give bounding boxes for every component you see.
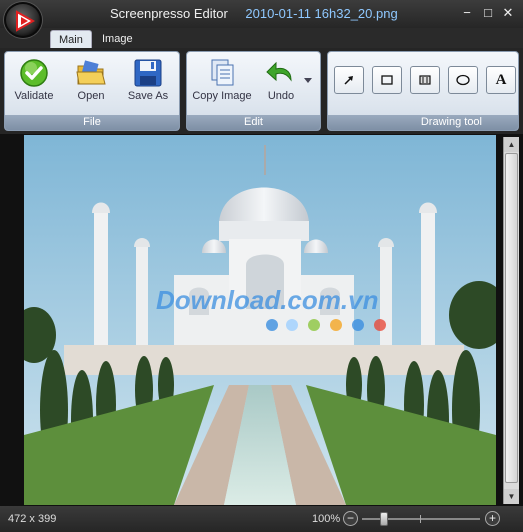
scroll-down-arrow-icon[interactable]: ▼: [504, 489, 519, 504]
highlight-tool-button[interactable]: [410, 66, 440, 94]
validate-button[interactable]: Validate: [11, 58, 57, 106]
undo-arrow-icon: [265, 58, 297, 88]
text-tool-button[interactable]: A: [486, 66, 516, 94]
edit-group-label: Edit: [187, 115, 320, 130]
arrow-icon: [335, 67, 363, 93]
vertical-scrollbar[interactable]: ▲ ▼: [503, 137, 519, 504]
undo-label: Undo: [267, 90, 295, 102]
checkmark-icon: [18, 58, 50, 88]
zoom-level: 100%: [312, 513, 341, 525]
edit-group: Copy Image Undo Edit: [186, 51, 321, 131]
save-as-button[interactable]: Save As: [123, 58, 173, 106]
zoom-slider-thumb[interactable]: [380, 512, 388, 526]
window-title: Screenpresso Editor 2010-01-11 16h32_20.…: [110, 6, 398, 21]
tab-image[interactable]: Image: [94, 30, 141, 48]
copy-image-label: Copy Image: [192, 90, 252, 102]
scroll-thumb[interactable]: [505, 153, 518, 483]
ellipse-icon: [449, 67, 477, 93]
ellipse-tool-button[interactable]: [448, 66, 478, 94]
highlight-icon: [411, 67, 439, 93]
validate-label: Validate: [14, 90, 54, 102]
rectangle-tool-button[interactable]: [372, 66, 402, 94]
undo-button[interactable]: Undo: [261, 58, 301, 106]
floppy-disk-icon: [132, 58, 164, 88]
ribbon-tabs: Main Image: [0, 28, 523, 48]
text-icon: A: [495, 71, 507, 88]
rectangle-icon: [373, 67, 401, 93]
save-as-label: Save As: [127, 90, 169, 102]
zoom-in-button[interactable]: +: [485, 511, 500, 526]
status-bar: 472 x 399 100% − +: [0, 506, 523, 532]
open-label: Open: [77, 90, 105, 102]
copy-icon: [206, 58, 238, 88]
copy-image-button[interactable]: Copy Image: [191, 58, 253, 106]
undo-dropdown-icon[interactable]: [304, 78, 312, 83]
file-name: 2010-01-11 16h32_20.png: [245, 6, 398, 21]
minimize-button[interactable]: −: [459, 5, 475, 21]
title-bar: Screenpresso Editor 2010-01-11 16h32_20.…: [0, 0, 523, 28]
scroll-up-arrow-icon[interactable]: ▲: [504, 137, 519, 152]
file-group: Validate Open Save As File: [4, 51, 180, 131]
file-group-label: File: [5, 115, 179, 130]
ribbon: Validate Open Save As File Copy Image Un…: [0, 48, 523, 134]
zoom-out-button[interactable]: −: [343, 511, 358, 526]
screenshot-image[interactable]: Download.com.vn: [24, 135, 496, 505]
app-title: Screenpresso Editor: [110, 6, 228, 21]
image-dimensions: 472 x 399: [8, 513, 57, 525]
open-button[interactable]: Open: [69, 58, 113, 106]
drawing-group: A Drawing tool: [327, 51, 519, 131]
folder-icon: [75, 58, 107, 88]
app-logo-icon[interactable]: [4, 2, 42, 38]
drawing-group-label: Drawing tool: [328, 115, 518, 130]
arrow-tool-button[interactable]: [334, 66, 364, 94]
close-button[interactable]: ✕: [500, 5, 516, 21]
tab-main[interactable]: Main: [50, 30, 92, 48]
image-canvas[interactable]: Download.com.vn: [0, 134, 523, 506]
zoom-slider-tick: [420, 515, 421, 523]
watermark-text: Download.com.vn: [156, 285, 378, 315]
maximize-button[interactable]: □: [480, 5, 496, 21]
